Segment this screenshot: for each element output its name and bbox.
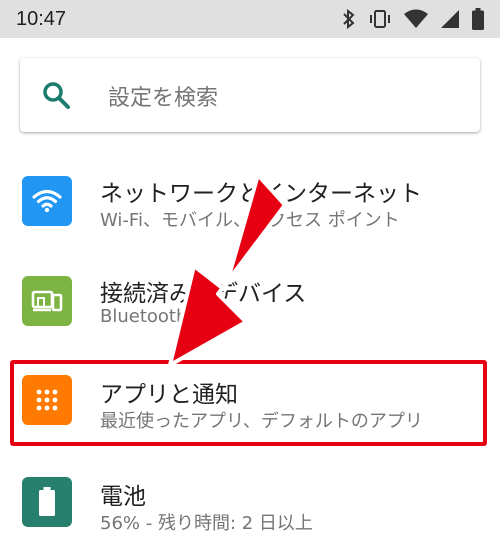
annotation-arrow bbox=[168, 173, 287, 367]
